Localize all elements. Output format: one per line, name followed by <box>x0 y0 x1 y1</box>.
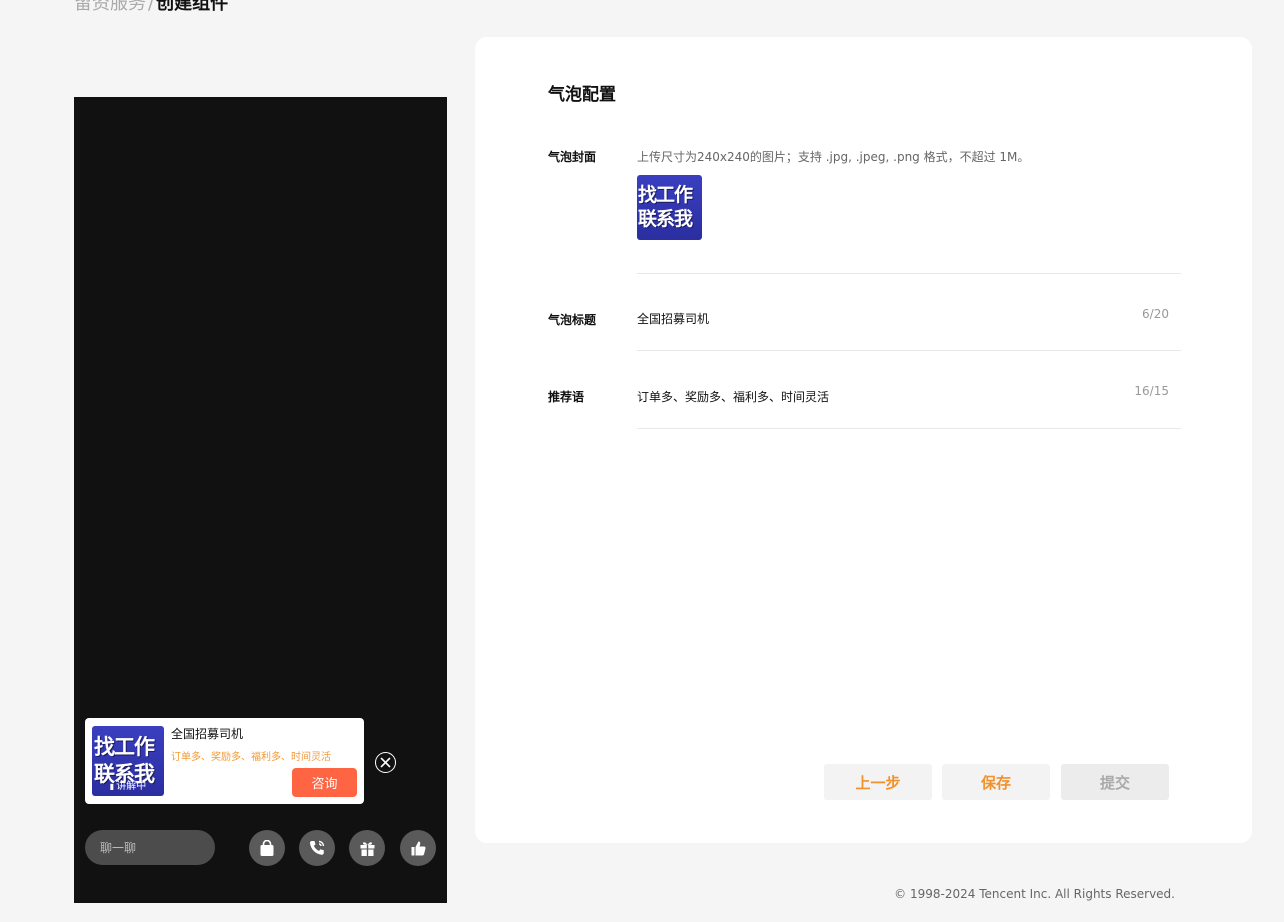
breadcrumb-current: 创建组件 <box>156 0 229 14</box>
preview-bubble-card[interactable]: 找工作 联系我 ▮ 讲解中 全国招募司机 订单多、奖励多、福利多、时间灵活 咨询 <box>85 718 364 804</box>
phone-call-icon <box>309 840 325 855</box>
shopping-bag-button[interactable] <box>249 830 285 866</box>
breadcrumb: 留资服务 / 创建组件 <box>74 0 228 15</box>
cover-image-text: 找工作 <box>638 184 693 206</box>
submit-button[interactable]: 提交 <box>1061 764 1169 800</box>
cover-label: 气泡封面 <box>548 150 597 164</box>
cover-text-line: 找工作 <box>94 735 155 759</box>
gift-icon <box>360 841 374 856</box>
gift-button[interactable] <box>349 830 385 866</box>
cover-upload-hint: 上传尺寸为240x240的图片；支持 .jpg, .jpeg, .png 格式，… <box>637 150 1030 164</box>
footer-copyright: © 1998-2024 Tencent Inc. All Rights Rese… <box>894 887 1175 901</box>
preview-bubble-cover: 找工作 联系我 ▮ 讲解中 <box>92 726 164 796</box>
recommendation-input[interactable]: 订单多、奖励多、福利多、时间灵活 <box>637 388 1107 405</box>
recommendation-label: 推荐语 <box>548 390 585 404</box>
shopping-bag-icon <box>260 839 274 856</box>
chat-input-pill[interactable]: 聊一聊 <box>85 830 215 865</box>
chat-placeholder: 聊一聊 <box>100 841 137 855</box>
bubble-title-counter: 6/20 <box>1142 307 1169 321</box>
breadcrumb-parent[interactable]: 留资服务 <box>74 0 146 14</box>
recommendation-counter: 16/15 <box>1134 384 1169 398</box>
divider <box>637 273 1181 274</box>
save-button[interactable]: 保存 <box>942 764 1050 800</box>
breadcrumb-separator: / <box>148 0 155 14</box>
thumbs-up-icon <box>411 841 426 855</box>
live-tag-label: 讲解中 <box>116 781 147 792</box>
bubble-title-input[interactable]: 全国招募司机 <box>637 310 1107 327</box>
prev-step-button[interactable]: 上一步 <box>824 764 932 800</box>
divider <box>637 350 1181 351</box>
live-wave-icon: ▮ <box>109 782 115 791</box>
consult-button[interactable]: 咨询 <box>292 768 357 797</box>
preview-bubble-subtitle: 订单多、奖励多、福利多、时间灵活 <box>171 752 331 763</box>
cover-image-upload[interactable]: 找工作 联系我 <box>637 175 702 240</box>
card-title: 气泡配置 <box>548 85 616 105</box>
live-tag: ▮ 讲解中 <box>92 777 164 792</box>
bubble-config-card: 气泡配置 气泡封面 上传尺寸为240x240的图片；支持 .jpg, .jpeg… <box>475 37 1252 843</box>
like-button[interactable] <box>400 830 436 866</box>
phone-call-button[interactable] <box>299 830 335 866</box>
bubble-title-label: 气泡标题 <box>548 313 597 327</box>
preview-bubble-title: 全国招募司机 <box>171 727 244 741</box>
close-icon[interactable] <box>375 752 396 773</box>
page-root: 留资服务 / 创建组件 找工作 联系我 ▮ 讲解中 全国招募司机 订单多、奖励多、福利… <box>0 0 1284 922</box>
cover-image-text: 联系我 <box>638 208 693 230</box>
divider <box>637 428 1181 429</box>
live-preview-phone: 找工作 联系我 ▮ 讲解中 全国招募司机 订单多、奖励多、福利多、时间灵活 咨询 … <box>74 97 447 903</box>
